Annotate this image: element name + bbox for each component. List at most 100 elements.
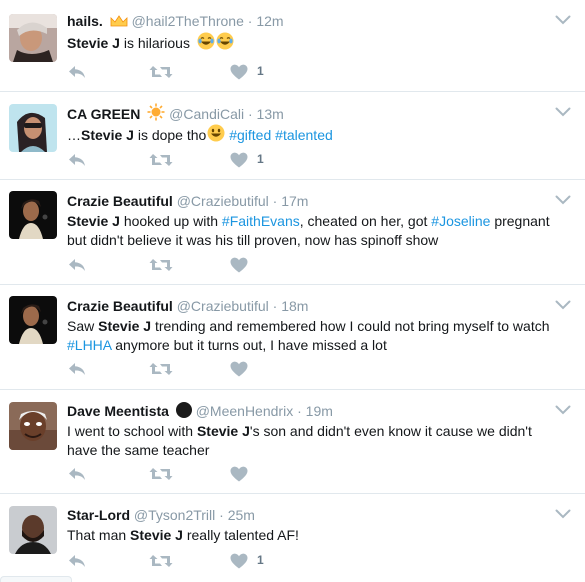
heart-icon[interactable]: [229, 551, 249, 571]
like-count: 1: [257, 553, 264, 567]
chevron-down-icon[interactable]: [555, 404, 571, 416]
author-handle[interactable]: @hail2TheThrone: [132, 13, 244, 29]
text-segment: That man: [67, 527, 131, 543]
separator-dot: ·: [297, 403, 302, 419]
tweet[interactable]: Crazie Beautiful @Craziebutiful · 17m St…: [0, 180, 585, 285]
text-segment: Saw: [67, 318, 99, 334]
timestamp[interactable]: 17m: [281, 193, 308, 209]
tweet-feed: hails. @hail2TheThrone · 12m Stevie J is…: [0, 0, 585, 582]
reply-icon[interactable]: [67, 464, 87, 484]
timestamp[interactable]: 13m: [257, 106, 284, 122]
chevron-down-icon[interactable]: [555, 14, 571, 26]
tweet-header: Crazie Beautiful @Craziebutiful · 18m: [67, 296, 545, 316]
hashtag-link[interactable]: #gifted: [229, 127, 271, 143]
avatar[interactable]: [9, 104, 57, 152]
tweet-text: …Stevie J is dope tho #gifted #talented: [67, 124, 565, 145]
bottom-tab-edge: [0, 576, 72, 582]
author-name[interactable]: Dave Meentista: [67, 403, 169, 419]
heart-icon[interactable]: [229, 62, 249, 82]
author-handle[interactable]: @MeenHendrix: [196, 403, 293, 419]
author-name[interactable]: Crazie Beautiful: [67, 298, 173, 314]
avatar[interactable]: [9, 506, 57, 554]
author-handle[interactable]: @Craziebutiful: [177, 298, 269, 314]
reply-icon[interactable]: [67, 551, 87, 571]
reply-icon[interactable]: [67, 62, 87, 82]
crown-emoji-icon: [110, 14, 128, 28]
separator-dot: ·: [272, 193, 278, 209]
author-name[interactable]: CA GREEN: [67, 106, 140, 122]
bold-keyword: Stevie J: [196, 423, 250, 439]
timestamp[interactable]: 12m: [256, 13, 283, 29]
tweet-header: CA GREEN @CandiCali · 13m: [67, 103, 545, 124]
avatar[interactable]: [9, 296, 57, 344]
timestamp[interactable]: 19m: [306, 403, 333, 419]
bold-keyword: Stevie J: [130, 527, 183, 543]
tweet-text: That man Stevie J really talented AF!: [67, 526, 565, 545]
author-name[interactable]: Star-Lord: [67, 507, 130, 523]
hashtag-link[interactable]: #LHHA: [67, 337, 111, 353]
tweet-text: Saw Stevie J trending and remembered how…: [67, 317, 565, 355]
bold-keyword: Stevie J: [67, 35, 120, 51]
text-segment: is hilarious: [119, 35, 190, 51]
tweet-header: Star-Lord @Tyson2Trill · 25m: [67, 505, 545, 525]
heart-icon[interactable]: [229, 150, 249, 170]
text-segment: trending and remembered how I could not …: [151, 318, 550, 334]
text-segment: anymore but it turns out, I have missed …: [111, 337, 387, 353]
avatar[interactable]: [9, 402, 57, 450]
tweet[interactable]: CA GREEN @CandiCali · 13m …Stevie J is d…: [0, 92, 585, 180]
bold-keyword: Stevie J: [67, 213, 120, 229]
chevron-down-icon[interactable]: [555, 194, 571, 206]
laughing-tears-emoji-icon: [197, 32, 215, 50]
timestamp[interactable]: 18m: [281, 298, 308, 314]
retweet-icon[interactable]: [149, 255, 173, 275]
bold-keyword: Stevie J: [98, 318, 152, 334]
hashtag-link[interactable]: #FaithEvans: [222, 213, 300, 229]
timestamp[interactable]: 25m: [228, 507, 255, 523]
author-name[interactable]: hails.: [67, 13, 103, 29]
author-handle[interactable]: @CandiCali: [169, 106, 244, 122]
tweet[interactable]: hails. @hail2TheThrone · 12m Stevie J is…: [0, 0, 585, 92]
author-handle[interactable]: @Tyson2Trill: [134, 507, 215, 523]
retweet-icon[interactable]: [149, 464, 173, 484]
retweet-icon[interactable]: [149, 551, 173, 571]
like-count: 1: [257, 64, 264, 78]
author-handle[interactable]: @Craziebutiful: [177, 193, 269, 209]
separator-dot: ·: [247, 13, 253, 29]
heart-icon[interactable]: [229, 464, 249, 484]
tweet[interactable]: Dave Meentista @MeenHendrix · 19m I went…: [0, 390, 585, 494]
retweet-icon[interactable]: [149, 62, 173, 82]
black-circle-emoji-icon: [175, 402, 192, 418]
reply-icon[interactable]: [67, 150, 87, 170]
sun-emoji-icon: [147, 103, 165, 121]
heart-icon[interactable]: [229, 255, 249, 275]
text-segment: is dope tho: [133, 127, 207, 143]
hashtag-link[interactable]: #talented: [275, 127, 333, 143]
chevron-down-icon[interactable]: [555, 106, 571, 118]
separator-dot: ·: [247, 106, 253, 122]
hashtag-link[interactable]: #Joseline: [431, 213, 490, 229]
reply-icon[interactable]: [67, 255, 87, 275]
tweet-header: Dave Meentista @MeenHendrix · 19m: [67, 401, 545, 421]
chevron-down-icon[interactable]: [555, 299, 571, 311]
avatar[interactable]: [9, 14, 57, 62]
tweet-text: I went to school with Stevie J's son and…: [67, 422, 565, 460]
separator-dot: ·: [219, 507, 224, 523]
tweet[interactable]: Star-Lord @Tyson2Trill · 25m That man St…: [0, 494, 585, 576]
chevron-down-icon[interactable]: [555, 508, 571, 520]
avatar[interactable]: [9, 191, 57, 239]
heart-icon[interactable]: [229, 359, 249, 379]
tweet-header: Crazie Beautiful @Craziebutiful · 17m: [67, 191, 545, 211]
reply-icon[interactable]: [67, 359, 87, 379]
retweet-icon[interactable]: [149, 359, 173, 379]
text-segment: hooked up with: [119, 213, 222, 229]
separator-dot: ·: [272, 298, 278, 314]
laughing-tears-emoji-icon: [216, 32, 234, 50]
bold-keyword: Stevie J: [81, 127, 134, 143]
retweet-icon[interactable]: [149, 150, 173, 170]
text-segment: really talented AF!: [182, 527, 299, 543]
author-name[interactable]: Crazie Beautiful: [67, 193, 173, 209]
smiley-emoji-icon: [207, 124, 225, 142]
tweet[interactable]: Crazie Beautiful @Craziebutiful · 18m Sa…: [0, 285, 585, 390]
text-segment: …: [67, 127, 81, 143]
text-segment: , cheated on her, got: [299, 213, 432, 229]
